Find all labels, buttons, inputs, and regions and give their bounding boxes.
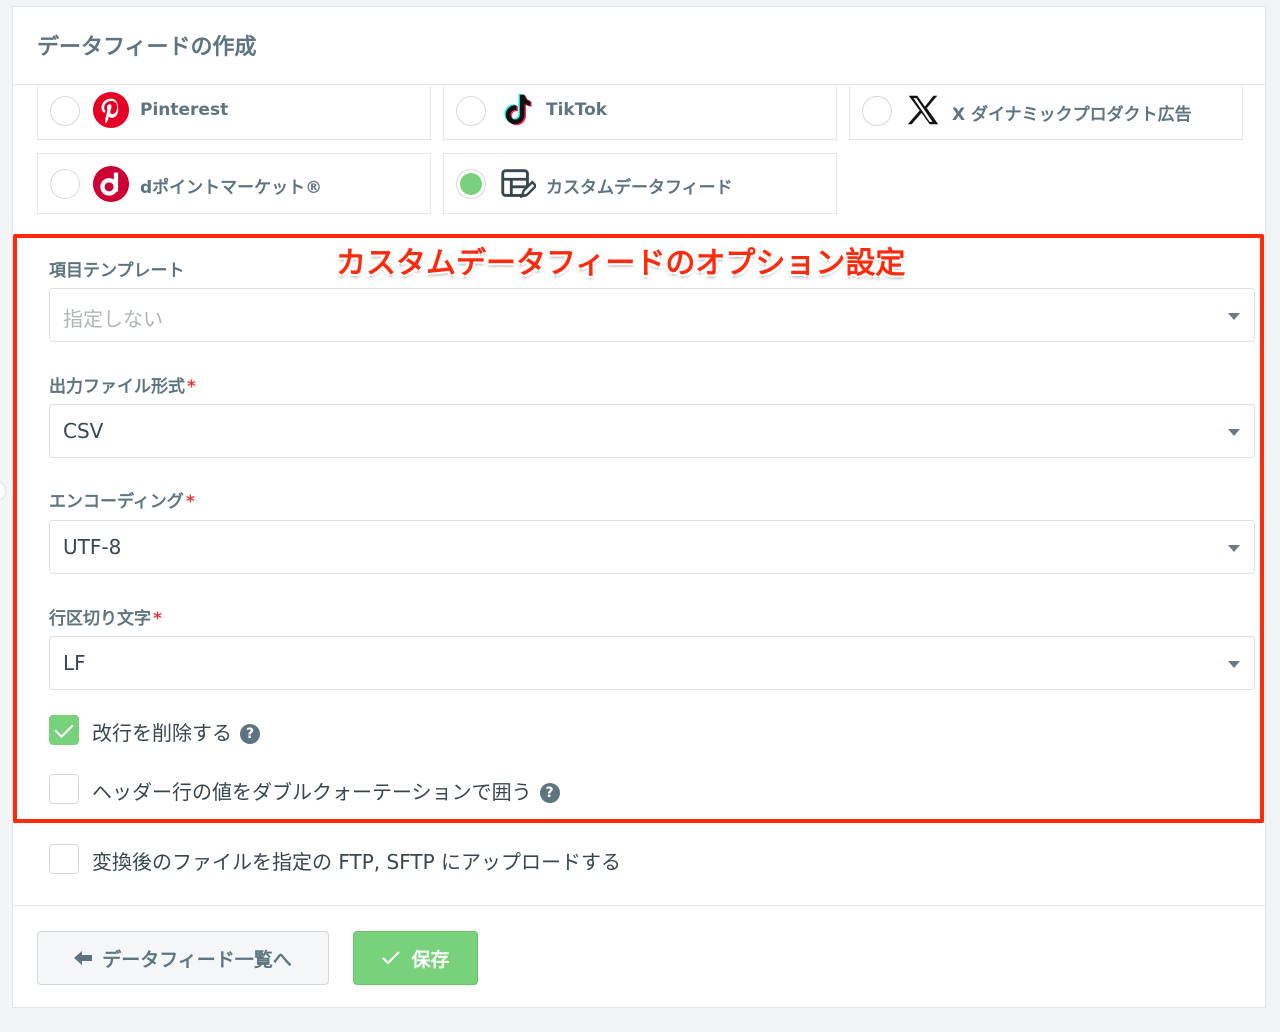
tiktok-icon [504, 93, 532, 126]
ftp-upload-label: 変換後のファイルを指定の FTP, SFTP にアップロードする [92, 850, 621, 874]
back-to-list-button[interactable]: データフィード一覧へ [37, 931, 329, 985]
dpoint-icon [92, 165, 130, 203]
page-title: データフィードの作成 [37, 35, 257, 60]
channel-label: dポイントマーケット® [140, 178, 323, 198]
channel-label: Pinterest [140, 100, 229, 120]
channel-radio-dpoint[interactable] [50, 169, 80, 199]
save-button[interactable]: 保存 [353, 931, 478, 985]
side-collapse-handle[interactable] [0, 480, 6, 502]
footer-divider [13, 905, 1265, 906]
channel-radio-pinterest[interactable] [50, 96, 80, 126]
channel-radio-tiktok[interactable] [456, 96, 486, 126]
channel-card-custom[interactable]: カスタムデータフィード [443, 153, 837, 214]
x-icon [907, 95, 939, 125]
channel-label: TikTok [546, 100, 608, 120]
highlight-frame [13, 234, 1264, 823]
panel-header: データフィードの作成 [13, 7, 1265, 85]
save-button-label: 保存 [411, 948, 450, 971]
channel-radio-x[interactable] [862, 96, 892, 126]
custom-feed-icon [501, 169, 536, 199]
channel-card-pinterest[interactable]: Pinterest [37, 85, 431, 140]
channel-card-x[interactable]: X ダイナミックプロダクト広告 [849, 85, 1243, 140]
arrow-left-icon [74, 951, 93, 965]
channel-card-tiktok[interactable]: TikTok [443, 85, 837, 140]
back-button-label: データフィード一覧へ [102, 948, 292, 971]
channel-radio-custom[interactable] [456, 169, 486, 199]
channel-card-dpoint[interactable]: dポイントマーケット® [37, 153, 431, 214]
check-icon [382, 951, 401, 965]
channel-label: X ダイナミックプロダクト広告 [952, 105, 1192, 125]
ftp-upload-checkbox[interactable] [49, 844, 79, 874]
channel-label: カスタムデータフィード [546, 178, 733, 198]
pinterest-icon [92, 91, 130, 129]
annotation-caption: カスタムデータフィードのオプション設定 [336, 246, 906, 281]
